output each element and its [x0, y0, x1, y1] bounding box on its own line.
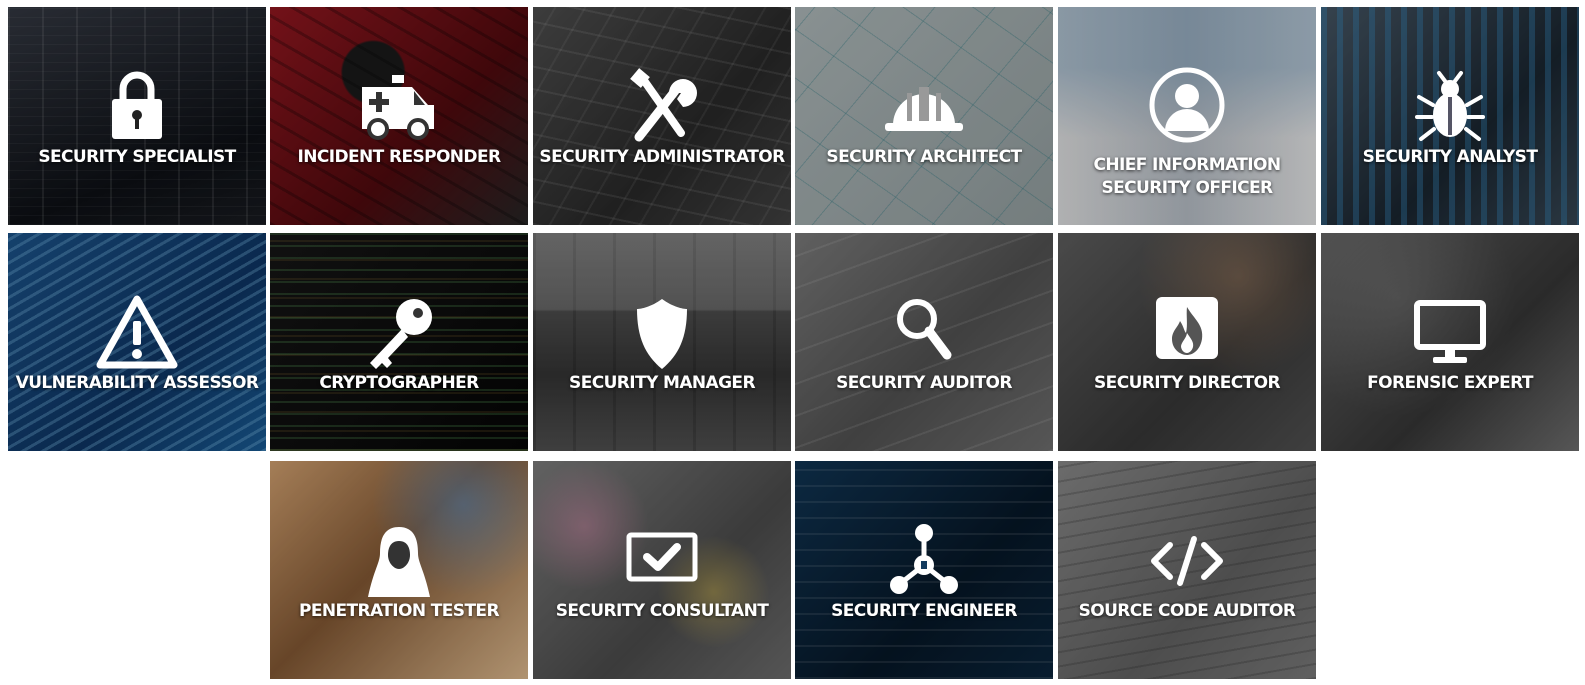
magnifier-icon: [879, 293, 969, 373]
tile-security-manager[interactable]: SECURITY MANAGER: [533, 233, 791, 451]
tile-security-consultant[interactable]: SECURITY CONSULTANT: [533, 461, 791, 679]
tile-label: SECURITY AUDITOR: [836, 373, 1012, 393]
tile-label: SOURCE CODE AUDITOR: [1078, 601, 1296, 621]
tile-security-administrator[interactable]: SECURITY ADMINISTRATOR: [533, 7, 791, 225]
warning-icon: [92, 293, 182, 373]
tile-security-auditor[interactable]: SECURITY AUDITOR: [795, 233, 1053, 451]
tile-label: PENETRATION TESTER: [299, 601, 500, 621]
fire-icon: [1142, 293, 1232, 373]
tile-security-engineer[interactable]: SECURITY ENGINEER: [795, 461, 1053, 679]
user-circle-icon: [1142, 65, 1232, 145]
tile-label-line-1: CHIEF INFORMATION: [1093, 155, 1281, 175]
tile-security-director[interactable]: SECURITY DIRECTOR: [1058, 233, 1316, 451]
tile-label: SECURITY SPECIALIST: [38, 147, 236, 167]
tile-label: SECURITY ARCHITECT: [826, 147, 1022, 167]
tile-label: SECURITY ANALYST: [1362, 147, 1538, 167]
ambulance-icon: [354, 67, 444, 147]
padlock-icon: [92, 67, 182, 147]
tile-forensic-expert[interactable]: FORENSIC EXPERT: [1321, 233, 1579, 451]
hard-hat-icon: [879, 67, 969, 147]
tile-label: SECURITY CONSULTANT: [555, 601, 769, 621]
hooded-figure-icon: [354, 521, 444, 601]
tile-vulnerability-assessor[interactable]: VULNERABILITY ASSESSOR: [8, 233, 266, 451]
tile-label: SECURITY MANAGER: [569, 373, 756, 393]
checkbox-icon: [617, 521, 707, 601]
tile-security-architect[interactable]: SECURITY ARCHITECT: [795, 7, 1053, 225]
tile-incident-responder[interactable]: INCIDENT RESPONDER: [270, 7, 528, 225]
tile-label: VULNERABILITY ASSESSOR: [15, 373, 259, 393]
shield-icon: [617, 293, 707, 373]
network-nodes-icon: [879, 521, 969, 601]
tile-label: INCIDENT RESPONDER: [297, 147, 502, 167]
monitor-icon: [1405, 293, 1495, 373]
tools-icon: [617, 67, 707, 147]
tile-source-code-auditor[interactable]: SOURCE CODE AUDITOR: [1058, 461, 1316, 679]
tile-label: SECURITY ENGINEER: [831, 601, 1017, 621]
tile-label: SECURITY ADMINISTRATOR: [539, 147, 785, 167]
tile-label: CRYPTOGRAPHER: [319, 373, 479, 393]
tile-label: FORENSIC EXPERT: [1367, 373, 1533, 393]
tile-chief-information-security-officer[interactable]: CHIEF INFORMATION SECURITY OFFICER: [1058, 7, 1316, 225]
tile-label: CHIEF INFORMATION SECURITY OFFICER: [1064, 154, 1310, 200]
tile-penetration-tester[interactable]: PENETRATION TESTER: [270, 461, 528, 679]
tile-security-analyst[interactable]: SECURITY ANALYST: [1321, 7, 1579, 225]
career-tile-grid: SECURITY SPECIALIST INCIDENT RESPONDER S…: [0, 0, 1585, 685]
tile-label: SECURITY DIRECTOR: [1094, 373, 1281, 393]
code-brackets-icon: [1142, 521, 1232, 601]
bug-icon: [1405, 67, 1495, 147]
key-icon: [354, 293, 444, 373]
tile-cryptographer[interactable]: CRYPTOGRAPHER: [270, 233, 528, 451]
tile-label-line-2: SECURITY OFFICER: [1101, 178, 1274, 198]
tile-security-specialist[interactable]: SECURITY SPECIALIST: [8, 7, 266, 225]
